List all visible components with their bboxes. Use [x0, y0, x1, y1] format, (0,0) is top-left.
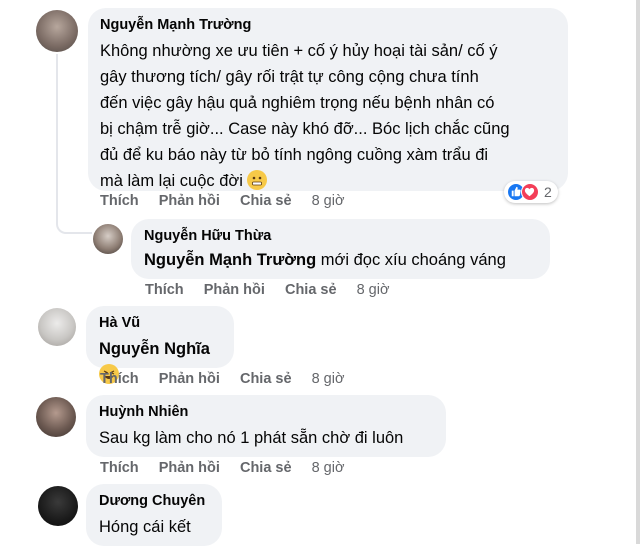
timestamp[interactable]: 8 giờ: [312, 193, 345, 209]
timestamp[interactable]: 8 giờ: [357, 282, 390, 298]
window-edge: [636, 0, 640, 544]
reply-thread-line: [56, 54, 92, 234]
avatar[interactable]: [93, 224, 123, 254]
like-button[interactable]: Thích: [145, 282, 184, 298]
comment-author[interactable]: Hà Vũ: [99, 314, 221, 332]
timestamp[interactable]: 8 giờ: [312, 371, 345, 387]
share-button[interactable]: Chia sẻ: [240, 460, 292, 476]
love-reaction-icon: [521, 183, 539, 201]
avatar[interactable]: [38, 486, 78, 526]
comment-text: Sau kg làm cho nó 1 phát sẵn chờ đi luôn: [99, 429, 404, 447]
reply-button[interactable]: Phản hồi: [159, 371, 220, 387]
comment-bubble: Dương Chuyên Hóng cái kết: [86, 484, 222, 546]
mention-link[interactable]: Nguyễn Mạnh Trường: [144, 251, 316, 269]
comment-text: Không nhường xe ưu tiên + cố ý hủy hoại …: [100, 42, 510, 190]
comment-author[interactable]: Nguyễn Mạnh Trường: [100, 16, 556, 34]
comment-text: Hóng cái kết: [99, 518, 191, 536]
timestamp[interactable]: 8 giờ: [312, 460, 345, 476]
comment-actions: Thích Phản hồi Chia sẻ 8 giờ: [100, 460, 360, 476]
comment-bubble: Nguyễn Hữu Thừa Nguyễn Mạnh Trường mới đ…: [131, 219, 550, 279]
mention-link[interactable]: Nguyễn Nghĩa: [99, 340, 210, 358]
grimace-emoji-icon: [247, 170, 268, 190]
avatar[interactable]: [36, 397, 76, 437]
avatar[interactable]: [38, 308, 76, 346]
share-button[interactable]: Chia sẻ: [285, 282, 337, 298]
comment-bubble: Hà Vũ Nguyễn Nghĩa: [86, 306, 234, 384]
reply-button[interactable]: Phản hồi: [159, 193, 220, 209]
reply-button[interactable]: Phản hồi: [204, 282, 265, 298]
comment-bubble: Nguyễn Mạnh Trường Không nhường xe ưu ti…: [88, 8, 568, 191]
like-button[interactable]: Thích: [100, 371, 139, 387]
comment-author[interactable]: Nguyễn Hữu Thừa: [144, 227, 537, 245]
comment-text: Nguyễn Mạnh Trường mới đọc xíu choáng vá…: [144, 251, 506, 269]
avatar[interactable]: [36, 10, 78, 52]
comment-actions: Thích Phản hồi Chia sẻ 8 giờ: [145, 282, 405, 298]
comment-author[interactable]: Dương Chuyên: [99, 492, 209, 510]
reply-button[interactable]: Phản hồi: [159, 460, 220, 476]
comment-bubble: Huỳnh Nhiên Sau kg làm cho nó 1 phát sẵn…: [86, 395, 446, 457]
like-button[interactable]: Thích: [100, 193, 139, 209]
share-button[interactable]: Chia sẻ: [240, 371, 292, 387]
comment-actions: Thích Phản hồi Chia sẻ 8 giờ: [100, 193, 360, 209]
reaction-summary[interactable]: 2: [504, 181, 558, 203]
comment-actions: Thích Phản hồi Chia sẻ 8 giờ: [100, 371, 360, 387]
comment-author[interactable]: Huỳnh Nhiên: [99, 403, 433, 421]
like-button[interactable]: Thích: [100, 460, 139, 476]
reaction-count: 2: [544, 184, 552, 200]
share-button[interactable]: Chia sẻ: [240, 193, 292, 209]
